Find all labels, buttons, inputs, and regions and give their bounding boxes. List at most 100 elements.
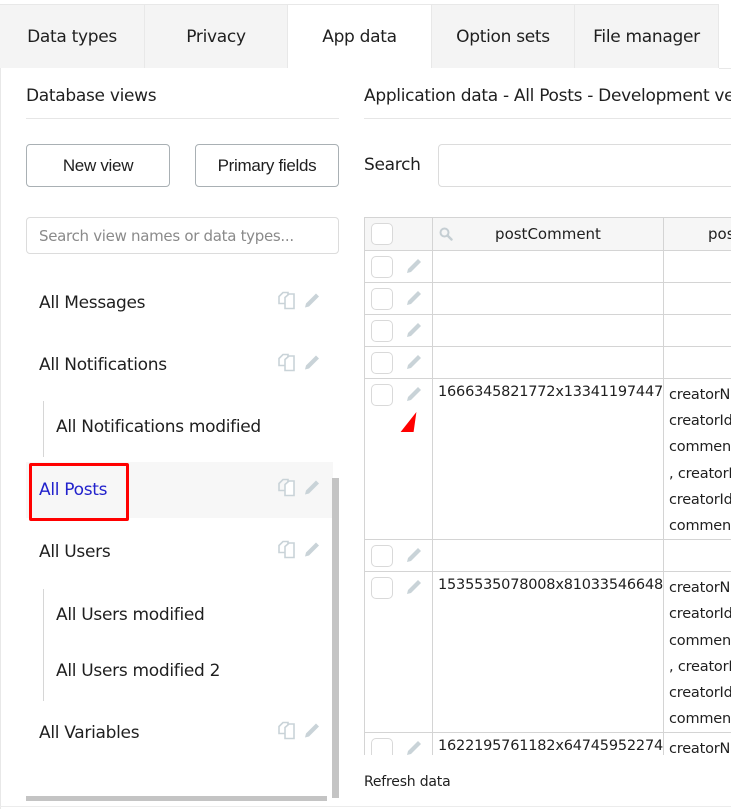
cell-text	[433, 251, 663, 256]
refresh-data-link[interactable]: Refresh data	[364, 774, 451, 790]
pencil-icon[interactable]	[405, 321, 423, 343]
cell-postcomment[interactable]: 1666345821772x133411974479800000	[432, 377, 664, 541]
cell-postcomment[interactable]	[432, 539, 664, 573]
tree-line	[43, 589, 44, 701]
pencil-icon[interactable]	[303, 292, 321, 315]
pencil-icon[interactable]	[405, 257, 423, 279]
cell-text: 1535535078008x810335466482300000	[438, 577, 663, 594]
cell-line: creatorId	[669, 606, 731, 623]
vertical-scrollbar[interactable]	[332, 478, 339, 798]
column-header-label: post	[708, 225, 731, 243]
row-controls	[364, 732, 433, 755]
data-search-input[interactable]	[438, 144, 731, 187]
row-checkbox[interactable]	[371, 320, 393, 342]
horizontal-scrollbar[interactable]	[26, 796, 327, 801]
row-checkbox[interactable]	[371, 577, 393, 600]
pencil-icon[interactable]	[405, 546, 423, 568]
view-item[interactable]: All Users modified	[26, 587, 333, 643]
row-checkbox[interactable]	[371, 352, 393, 374]
cell-text	[433, 347, 663, 352]
pencil-icon[interactable]	[405, 739, 423, 755]
row-checkbox[interactable]	[371, 384, 393, 406]
cell-post[interactable]	[663, 282, 731, 315]
select-all-checkbox[interactable]	[371, 223, 393, 245]
copy-icon[interactable]	[277, 540, 297, 565]
view-search-input[interactable]	[26, 217, 339, 254]
view-actions	[277, 721, 321, 746]
copy-icon[interactable]	[277, 721, 297, 746]
cell-post[interactable]: creatorName	[663, 732, 731, 755]
table-row: 1622195761182x647459522741700000 creatorN…	[364, 732, 731, 755]
table-row: 1535535078008x810335466482300000 creatorN…	[364, 571, 731, 734]
row-controls	[364, 346, 433, 379]
row-controls	[364, 250, 433, 283]
cell-line: creatorId	[669, 413, 731, 430]
primary-fields-button[interactable]: Primary fields	[195, 144, 339, 187]
row-checkbox[interactable]	[371, 256, 393, 278]
copy-icon[interactable]	[277, 291, 297, 316]
pencil-icon[interactable]	[405, 578, 423, 600]
cell-post[interactable]	[663, 250, 731, 283]
view-actions	[277, 291, 321, 316]
view-item[interactable]: All Variables	[26, 705, 333, 761]
tab-file-manager[interactable]: File manager	[575, 4, 719, 68]
tab-app-data[interactable]: App data	[288, 4, 432, 68]
cell-postcomment[interactable]	[432, 346, 664, 379]
view-actions	[277, 478, 321, 503]
copy-icon[interactable]	[277, 353, 297, 378]
tab-privacy[interactable]: Privacy	[145, 4, 288, 68]
data-table: postComment post 1666345821772x133411974…	[364, 217, 731, 755]
pencil-icon[interactable]	[303, 722, 321, 745]
tab-option-sets[interactable]: Option sets	[432, 4, 575, 68]
cell-text	[433, 283, 663, 288]
view-item[interactable]: All Users modified 2	[26, 643, 333, 699]
cell-postcomment[interactable]: 1535535078008x810335466482300000	[432, 571, 664, 734]
pencil-icon[interactable]	[303, 479, 321, 502]
column-header-post[interactable]: post	[663, 217, 731, 251]
copy-icon[interactable]	[277, 478, 297, 503]
tab-divider	[719, 68, 731, 69]
cell-post[interactable]: creatorName creatorId comment , creatorName…	[663, 571, 731, 734]
database-views-title: Database views	[26, 86, 157, 106]
cell-line: , creatorName	[669, 465, 731, 482]
cell-postcomment[interactable]	[432, 250, 664, 283]
cell-line: , creatorName	[669, 658, 731, 675]
cell-text: 1622195761182x647459522741700000	[438, 738, 663, 755]
cell-post[interactable]	[663, 314, 731, 347]
row-checkbox[interactable]	[371, 288, 393, 310]
cell-line: creatorName	[669, 741, 731, 755]
view-item[interactable]: All Notifications modified	[26, 399, 333, 455]
view-item[interactable]: All Messages	[26, 275, 333, 331]
cell-line: creatorName	[669, 580, 731, 597]
cell-postcomment[interactable]	[432, 314, 664, 347]
cell-postcomment[interactable]	[432, 282, 664, 315]
view-item-label: All Posts	[39, 480, 108, 500]
pencil-icon[interactable]	[405, 289, 423, 311]
tab-data-types[interactable]: Data types	[0, 4, 145, 68]
row-checkbox[interactable]	[371, 545, 393, 568]
cell-postcomment[interactable]: 1622195761182x647459522741700000	[432, 732, 664, 755]
pencil-icon[interactable]	[405, 353, 423, 375]
cell-post[interactable]	[663, 539, 731, 573]
column-header-postcomment[interactable]: postComment	[432, 217, 664, 251]
cell-text	[433, 540, 663, 545]
row-controls	[364, 314, 433, 347]
table-row	[364, 250, 731, 283]
view-item[interactable]: All Notifications	[26, 337, 333, 393]
cell-text: 1666345821772x133411974479800000	[438, 384, 663, 400]
pencil-icon[interactable]	[303, 354, 321, 377]
table-header-row: postComment post	[364, 217, 731, 251]
search-icon[interactable]	[439, 227, 453, 245]
pencil-icon[interactable]	[405, 385, 423, 407]
row-checkbox[interactable]	[371, 738, 393, 755]
view-item-label: All Users modified 2	[56, 661, 221, 681]
cell-post[interactable]: creatorName creatorId comment , creatorName…	[663, 377, 731, 541]
pencil-icon[interactable]	[303, 541, 321, 564]
view-item[interactable]: All Posts	[26, 462, 333, 518]
table-row	[364, 314, 731, 347]
cell-post[interactable]	[663, 346, 731, 379]
new-view-button[interactable]: New view	[26, 144, 170, 187]
data-table-container: postComment post 1666345821772x133411974…	[364, 217, 731, 755]
left-border	[0, 4, 1, 809]
view-item[interactable]: All Users	[26, 524, 333, 580]
